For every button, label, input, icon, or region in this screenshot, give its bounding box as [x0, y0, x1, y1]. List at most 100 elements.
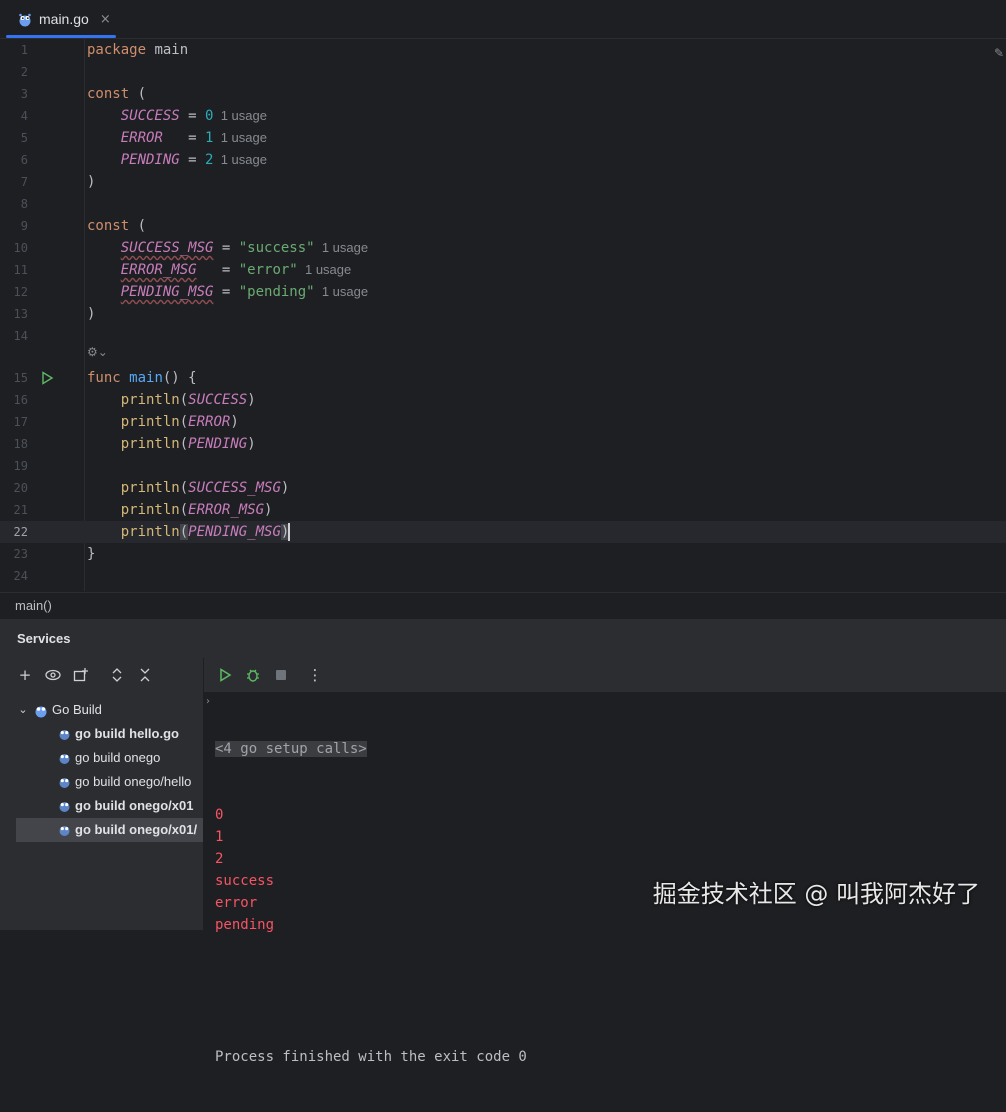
code-line[interactable]: 18 println(PENDING): [0, 433, 1006, 455]
line-number[interactable]: 11: [0, 259, 28, 281]
usage-hint[interactable]: 1 usage: [315, 284, 368, 299]
code-line[interactable]: 15 func main() {: [0, 367, 1006, 389]
usage-hint[interactable]: 1 usage: [213, 152, 267, 167]
run-gutter-icon[interactable]: [40, 371, 54, 385]
code-line[interactable]: 19: [0, 455, 1006, 477]
stop-icon[interactable]: [272, 666, 290, 684]
code-token: ERROR_MSG: [188, 502, 265, 518]
code-line[interactable]: 23}: [0, 543, 1006, 565]
tree-item-run-config[interactable]: go build onego: [58, 746, 203, 770]
code-line[interactable]: 9 const (: [0, 215, 1006, 237]
console-output[interactable]: <4 go setup calls> 0 1 2 success error pendin…: [215, 694, 527, 1112]
tree-item-label: go build onego/x01: [75, 798, 194, 813]
line-number[interactable]: 15: [0, 367, 28, 389]
line-number[interactable]: 8: [0, 193, 28, 215]
tab-main-go[interactable]: main.go ×: [6, 0, 116, 38]
chevron-down-icon[interactable]: ⌄: [16, 698, 30, 722]
line-number[interactable]: 1: [0, 39, 28, 61]
code-token: PENDING_MSG: [188, 524, 281, 540]
code-line[interactable]: 5 ERROR = 1 1 usage: [0, 127, 1006, 149]
usage-hint[interactable]: 1 usage: [213, 130, 267, 145]
code-line[interactable]: 17 println(ERROR): [0, 411, 1006, 433]
tree-item-run-config[interactable]: go build onego/x01/: [16, 818, 203, 842]
line-number[interactable]: 7: [0, 171, 28, 193]
add-icon[interactable]: +: [16, 666, 34, 684]
line-number[interactable]: 13: [0, 303, 28, 325]
code-line[interactable]: 6 PENDING = 2 1 usage: [0, 149, 1006, 171]
line-number[interactable]: 5: [0, 127, 28, 149]
line-number[interactable]: 23: [0, 543, 28, 565]
usage-hint[interactable]: 1 usage: [315, 240, 368, 255]
eye-icon[interactable]: [44, 666, 62, 684]
debug-icon[interactable]: [244, 666, 262, 684]
code-token: ): [280, 480, 290, 496]
line-number[interactable]: 22: [0, 521, 28, 543]
code-text: SUCCESS_MSG = "success" 1 usage: [87, 237, 368, 259]
close-icon[interactable]: ×: [100, 12, 111, 27]
code-line[interactable]: 7): [0, 171, 1006, 193]
code-token: println: [120, 414, 180, 430]
line-number[interactable]: 17: [0, 411, 28, 433]
code-line[interactable]: 4 SUCCESS = 0 1 usage: [0, 105, 1006, 127]
inlay-settings-icon[interactable]: ⚙⌄: [87, 345, 108, 359]
expand-icon[interactable]: [108, 666, 126, 684]
code-token: =: [196, 262, 239, 278]
tree-item-run-config[interactable]: go build onego/hello: [58, 770, 203, 794]
chevron-right-icon[interactable]: ›: [206, 696, 210, 707]
code-line[interactable]: 1 package main: [0, 39, 1006, 61]
code-text: package main: [87, 39, 188, 61]
line-number[interactable]: 18: [0, 433, 28, 455]
line-number[interactable]: 10: [0, 237, 28, 259]
tree-node-go-build[interactable]: ⌄ Go Build: [16, 698, 203, 722]
code-editor[interactable]: ✎ 1 package main 2 3 const (4 SUCCESS = 0 1 …: [0, 39, 1006, 591]
code-line[interactable]: 21 println(ERROR_MSG): [0, 499, 1006, 521]
code-line[interactable]: 8: [0, 193, 1006, 215]
tree-item-label: go build onego/x01/: [75, 822, 198, 837]
line-number[interactable]: 21: [0, 499, 28, 521]
code-text: PENDING_MSG = "pending" 1 usage: [87, 281, 368, 303]
services-tree-toolbar: +: [0, 658, 203, 692]
new-tab-icon[interactable]: [72, 666, 90, 684]
line-number[interactable]: 12: [0, 281, 28, 303]
code-line[interactable]: 2: [0, 61, 1006, 83]
code-line[interactable]: 3 const (: [0, 83, 1006, 105]
line-number[interactable]: 16: [0, 389, 28, 411]
tree-item-run-config[interactable]: go build hello.go: [58, 722, 203, 746]
more-icon[interactable]: ⋮: [306, 666, 324, 684]
line-number[interactable]: 14: [0, 325, 28, 347]
code-line[interactable]: 20 println(SUCCESS_MSG): [0, 477, 1006, 499]
run-icon[interactable]: [216, 666, 234, 684]
go-build-config-icon: [59, 826, 70, 836]
code-token: ERROR: [120, 130, 163, 146]
code-line[interactable]: 22 println(PENDING_MSG): [0, 521, 1006, 543]
code-text: ): [87, 303, 95, 325]
code-line[interactable]: 24: [0, 565, 1006, 587]
code-token: PENDING: [120, 152, 180, 168]
line-number[interactable]: 3: [0, 83, 28, 105]
line-number[interactable]: 9: [0, 215, 28, 237]
code-line[interactable]: 10 SUCCESS_MSG = "success" 1 usage: [0, 237, 1006, 259]
console-toolbar: ⋮: [204, 658, 1006, 692]
line-number[interactable]: 24: [0, 565, 28, 587]
breadcrumb[interactable]: main(): [0, 592, 1006, 617]
line-number[interactable]: 20: [0, 477, 28, 499]
tree-item-run-config[interactable]: go build onego/x01: [58, 794, 203, 818]
line-number[interactable]: 6: [0, 149, 28, 171]
code-line[interactable]: 16 println(SUCCESS): [0, 389, 1006, 411]
code-line[interactable]: 14: [0, 325, 1006, 347]
line-number[interactable]: 19: [0, 455, 28, 477]
code-token: ): [264, 502, 273, 518]
code-line[interactable]: 12 PENDING_MSG = "pending" 1 usage: [0, 281, 1006, 303]
collapse-icon[interactable]: [136, 666, 154, 684]
tab-label: main.go: [39, 11, 89, 27]
usage-hint[interactable]: 1 usage: [213, 108, 267, 123]
setup-calls-fold[interactable]: <4 go setup calls>: [215, 741, 367, 757]
line-number[interactable]: 4: [0, 105, 28, 127]
code-token: }: [87, 546, 96, 562]
usage-hint[interactable]: 1 usage: [298, 262, 351, 277]
code-line[interactable]: 11 ERROR_MSG = "error" 1 usage: [0, 259, 1006, 281]
code-line[interactable]: 13): [0, 303, 1006, 325]
line-number[interactable]: 2: [0, 61, 28, 83]
